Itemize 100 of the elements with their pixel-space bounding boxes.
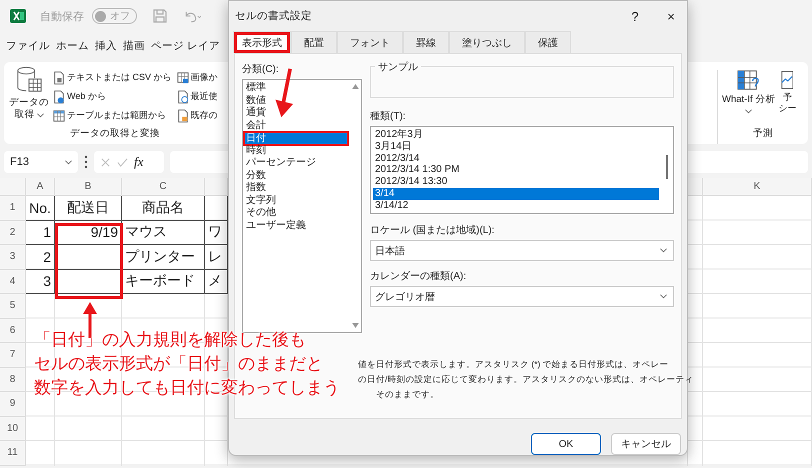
- close-button[interactable]: ×: [655, 8, 687, 24]
- table-cell: キーボード: [122, 270, 205, 294]
- row-header[interactable]: 10: [0, 416, 26, 441]
- list-item[interactable]: 指数: [243, 182, 349, 194]
- row-header[interactable]: 6: [0, 318, 26, 343]
- name-box[interactable]: F13: [4, 151, 78, 173]
- insert-function-button[interactable]: fx: [134, 154, 144, 170]
- column-header[interactable]: K: [703, 178, 812, 196]
- ribbon-command[interactable]: Web から: [53, 87, 172, 106]
- autosave-label: 自動保存: [40, 10, 84, 24]
- row-header[interactable]: 5: [0, 294, 26, 318]
- what-if-button[interactable]: What-If 分析: [722, 70, 776, 127]
- table-cell: 配送日: [55, 196, 122, 220]
- list-item[interactable]: 分数: [243, 170, 349, 182]
- list-item[interactable]: 2012/3/14 1:30 PM: [373, 164, 659, 176]
- column-header[interactable]: C: [122, 178, 205, 196]
- calendar-label: カレンダーの種類(A):: [370, 270, 466, 283]
- more-options-icon[interactable]: [84, 155, 88, 169]
- tab[interactable]: フォント: [337, 31, 403, 53]
- list-item[interactable]: 日付: [243, 131, 349, 146]
- select-all-button[interactable]: [0, 178, 26, 196]
- description-text: 値を日付形式で表示します。アスタリスク (*) で始まる日付形式は、オペレー: [358, 358, 669, 371]
- row-header[interactable]: 4: [0, 270, 26, 294]
- type-list[interactable]: 2012年3月 3月14日 2012/3/14 2012/3/14 1:30 PM 2012/3/14 13:30 3/14 3/14/12: [370, 126, 674, 214]
- type-label: 種類(T):: [370, 110, 406, 123]
- list-item[interactable]: 2012/3/14: [373, 152, 659, 164]
- tab[interactable]: 塗りつぶし: [449, 31, 525, 53]
- forecast-sheet-button[interactable]: 予 シー: [777, 70, 798, 127]
- chart-sheet-icon: [781, 70, 794, 90]
- list-item[interactable]: 3/14: [373, 188, 659, 200]
- database-icon: [15, 66, 43, 94]
- table-cell: プリンター: [122, 245, 205, 270]
- annotation-text: 数字を入力しても日付に変わってしまう: [34, 377, 340, 399]
- table-cell: 商品名: [122, 196, 205, 220]
- get-data-button[interactable]: データの 取得: [8, 66, 50, 127]
- ok-button[interactable]: OK: [531, 433, 601, 455]
- column-header[interactable]: [205, 178, 228, 196]
- list-item[interactable]: 数値: [243, 94, 349, 107]
- row-header[interactable]: 9: [0, 392, 26, 416]
- ribbon-command[interactable]: 画像か: [176, 68, 218, 87]
- list-item[interactable]: 3月14日: [373, 140, 659, 153]
- scroll-up-icon[interactable]: [352, 84, 358, 89]
- category-label: 分類(C):: [242, 62, 279, 76]
- annotation-arrow: [83, 302, 97, 338]
- lock-document-icon: [176, 108, 189, 122]
- tab[interactable]: 配置: [291, 31, 337, 53]
- help-button[interactable]: ?: [619, 8, 651, 24]
- column-header[interactable]: A: [26, 178, 55, 196]
- save-icon[interactable]: [151, 8, 169, 24]
- ribbon-command[interactable]: 最近使: [176, 87, 218, 106]
- spreadsheet-app-icon: [10, 8, 26, 24]
- scroll-down-icon[interactable]: [352, 323, 358, 328]
- dialog-title: セルの書式設定: [235, 9, 313, 23]
- clock-document-icon: [176, 90, 189, 104]
- menu-tab[interactable]: 描画: [123, 39, 145, 53]
- menu-tab[interactable]: ホーム: [56, 39, 89, 53]
- check-icon[interactable]: [117, 156, 128, 168]
- menu-tab[interactable]: ファイル: [6, 39, 50, 53]
- caret-icon: [65, 160, 72, 164]
- table-question-icon: [736, 70, 761, 92]
- caret-icon: [660, 248, 667, 253]
- cancel-icon[interactable]: [100, 156, 111, 168]
- list-item[interactable]: 通貨: [243, 107, 349, 120]
- list-item[interactable]: 標準: [243, 82, 349, 94]
- cancel-button[interactable]: キャンセル: [611, 433, 681, 455]
- list-item[interactable]: 文字列: [243, 194, 349, 207]
- list-item[interactable]: パーセンテージ: [243, 157, 349, 170]
- row-header[interactable]: 2: [0, 220, 26, 245]
- table-cell: 9/19: [55, 220, 122, 245]
- locale-label: ロケール (国または地域)(L):: [370, 224, 494, 237]
- description-text: そのままです。: [376, 388, 439, 401]
- row-header[interactable]: 1: [0, 196, 26, 220]
- calendar-dropdown[interactable]: グレゴリオ暦: [370, 286, 674, 307]
- table-cell: 1: [26, 220, 55, 245]
- scrollbar-thumb[interactable]: [666, 155, 668, 179]
- menu-tab[interactable]: 挿入: [95, 39, 117, 53]
- row-header[interactable]: 7: [0, 343, 26, 368]
- list-item[interactable]: ユーザー定義: [243, 220, 349, 232]
- column-header[interactable]: [688, 178, 703, 196]
- list-item[interactable]: 会計: [243, 120, 349, 132]
- list-item[interactable]: 2012年3月: [373, 129, 659, 141]
- column-header[interactable]: B: [55, 178, 122, 196]
- tab[interactable]: 罫線: [403, 31, 449, 53]
- menu-tab[interactable]: ページ レイア: [151, 39, 220, 53]
- row-header[interactable]: 11: [0, 441, 26, 466]
- tab[interactable]: 表示形式: [233, 31, 291, 53]
- row-header[interactable]: 8: [0, 368, 26, 392]
- group-label: データの取得と変換: [70, 127, 160, 141]
- locale-dropdown[interactable]: 日本語: [370, 240, 674, 261]
- list-item[interactable]: 2012/3/14 13:30: [373, 176, 659, 188]
- list-item[interactable]: 3/14/12: [373, 200, 659, 212]
- list-item[interactable]: その他: [243, 207, 349, 220]
- ribbon-command[interactable]: テキストまたは CSV から: [53, 68, 172, 87]
- ribbon-command[interactable]: テーブルまたは範囲から: [53, 106, 172, 125]
- table-cell: No.: [26, 196, 55, 220]
- tab[interactable]: 保護: [525, 31, 571, 53]
- row-header[interactable]: 3: [0, 245, 26, 270]
- list-item[interactable]: 時刻: [243, 144, 349, 157]
- table-cell: マウス: [122, 220, 205, 245]
- ribbon-command[interactable]: 既存の: [176, 106, 218, 125]
